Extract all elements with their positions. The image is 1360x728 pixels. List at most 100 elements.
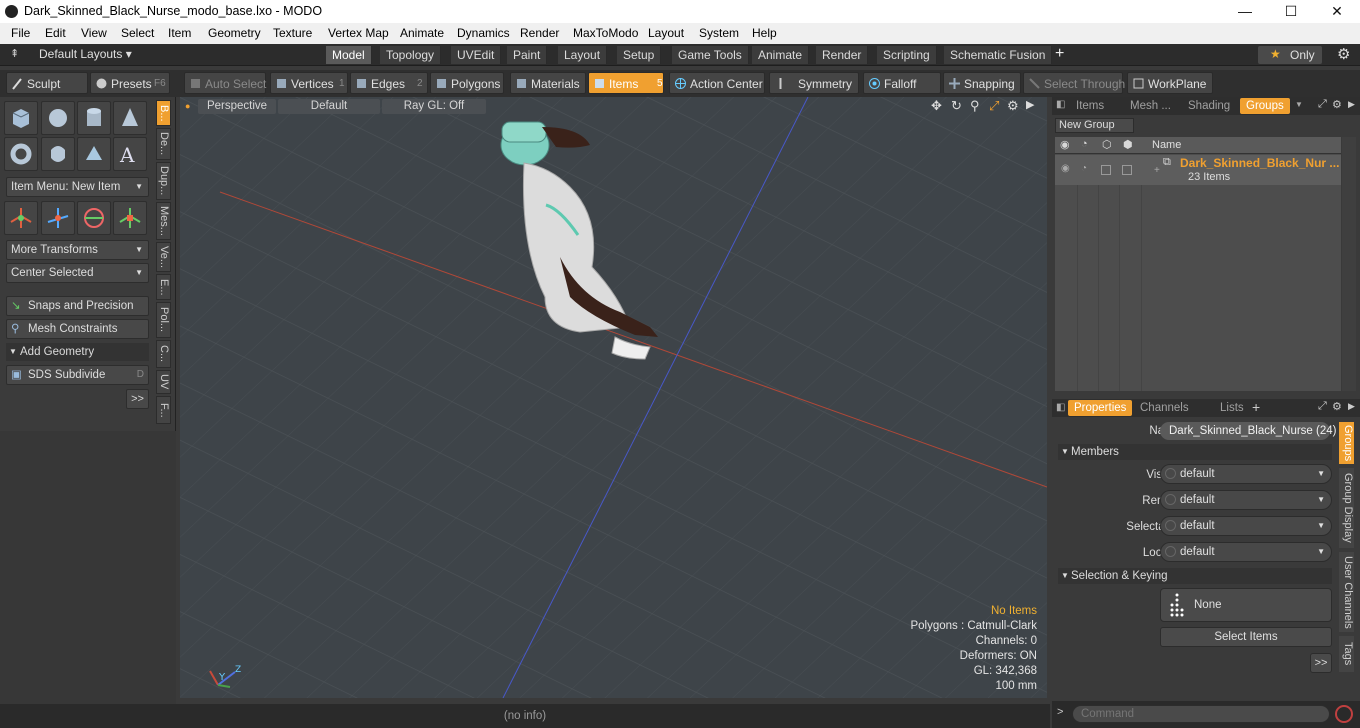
table-row[interactable]: ◉ ◔ + ⧉ Dark_Skinned_Black_Nur ... 23 It… (1055, 155, 1341, 185)
viewport-menu-arrow-icon[interactable]: ▶ (1026, 98, 1034, 111)
add-tab-icon[interactable]: + (1252, 399, 1260, 415)
select-icon[interactable]: ⬡ (1102, 138, 1112, 151)
add-geometry-header[interactable]: ▼ Add Geometry (6, 343, 149, 361)
tab-render[interactable]: Render (816, 46, 869, 64)
visible-dropdown[interactable]: default ▼ (1160, 464, 1332, 484)
polygons-button[interactable]: Polygons (430, 72, 504, 94)
vtab-fusion[interactable]: F... (156, 396, 171, 424)
menu-texture[interactable]: Texture (273, 26, 312, 40)
maximize-button[interactable]: ☐ (1268, 0, 1314, 23)
view-perspective-button[interactable]: Perspective (198, 99, 276, 114)
cylinder-primitive-icon[interactable] (77, 101, 111, 135)
lock-icon[interactable]: ⬢ (1123, 138, 1133, 151)
scale-tool-icon[interactable] (77, 201, 111, 235)
sphere-primitive-icon[interactable] (41, 101, 75, 135)
zoom-icon[interactable]: ⚲ (970, 98, 980, 114)
expand-panel-icon[interactable]: ⤢ (1318, 400, 1327, 413)
menu-geometry[interactable]: Geometry (208, 26, 261, 40)
render-dropdown[interactable]: default ▼ (1160, 490, 1332, 510)
outliner-scrollbar[interactable] (1342, 137, 1356, 391)
viewport-dot-icon[interactable]: ● (185, 101, 190, 111)
tab-topology[interactable]: Topology (380, 46, 442, 64)
panel-menu-icon[interactable]: ▶ (1348, 401, 1355, 412)
tab-paint[interactable]: Paint (507, 46, 548, 64)
3d-viewport[interactable]: Y Z ● Perspective Default Ray GL: Off ✥ … (180, 97, 1047, 698)
close-button[interactable]: ✕ (1314, 0, 1360, 23)
more-properties-button[interactable]: >> (1310, 653, 1332, 673)
tab-groups[interactable]: Groups (1240, 98, 1290, 114)
tab-lists[interactable]: Lists (1214, 400, 1250, 416)
record-macro-icon[interactable] (1335, 705, 1353, 723)
vtab-polygon[interactable]: Pol... (156, 302, 171, 338)
text-primitive-icon[interactable]: A (113, 137, 147, 171)
menu-item[interactable]: Item (168, 26, 191, 40)
auto-select-button[interactable]: Auto Select (184, 72, 266, 94)
select-items-button[interactable]: Select Items (1160, 627, 1332, 647)
visibility-eye-icon[interactable]: ◉ (1060, 138, 1070, 151)
maximize-viewport-icon[interactable]: ⤢ (989, 98, 999, 114)
row-render-icon[interactable]: ◔ (1081, 163, 1087, 174)
symmetry-button[interactable]: Symmetry (769, 72, 859, 94)
workplane-button[interactable]: WorkPlane (1127, 72, 1213, 94)
render-icon[interactable]: ◔ (1081, 138, 1088, 150)
tab-uvedit[interactable]: UVEdit (451, 46, 502, 64)
item-menu-dropdown[interactable]: Item Menu: New Item ▼ (6, 177, 149, 197)
presets-button[interactable]: Presets F6 (90, 72, 170, 94)
vtab-duplicate[interactable]: Dup... (156, 162, 171, 200)
rotate-tool-icon[interactable] (41, 201, 75, 235)
pen-primitive-icon[interactable] (77, 137, 111, 171)
tab-shading[interactable]: Shading (1182, 98, 1236, 114)
tab-scripting[interactable]: Scripting (877, 46, 937, 64)
transform-tool-icon[interactable] (113, 201, 147, 235)
row-lock-checkbox[interactable] (1122, 165, 1132, 175)
menu-file[interactable]: File (11, 26, 30, 40)
only-toggle[interactable]: ★ Only (1258, 46, 1322, 64)
expand-panel-icon[interactable]: ⤢ (1318, 98, 1327, 111)
sculpt-button[interactable]: Sculpt (6, 72, 88, 94)
vtab-groups[interactable]: Groups (1339, 422, 1354, 464)
edges-button[interactable]: Edges 2 (350, 72, 428, 94)
more-tools-button[interactable]: >> (126, 389, 149, 409)
pan-icon[interactable]: ✥ (931, 98, 942, 114)
panel-grip-icon[interactable]: ◧ (1056, 402, 1065, 413)
command-input[interactable] (1072, 705, 1330, 723)
panel-settings-icon[interactable]: ⚙ (1332, 98, 1342, 111)
gear-icon[interactable]: ⚙ (1337, 45, 1350, 63)
tab-layout[interactable]: Layout (558, 46, 608, 64)
tab-setup[interactable]: Setup (617, 46, 662, 64)
menu-help[interactable]: Help (752, 26, 777, 40)
vtab-vertex[interactable]: Ve... (156, 242, 171, 272)
panel-menu-icon[interactable]: ▶ (1348, 99, 1355, 110)
snapping-button[interactable]: Snapping (943, 72, 1021, 94)
cube-primitive-icon[interactable] (4, 101, 38, 135)
vtab-group-display[interactable]: Group Display (1339, 468, 1354, 548)
group-name-field[interactable]: Dark_Skinned_Black_Nurse (24) (1160, 422, 1336, 440)
tabs-dropdown-icon[interactable]: ▼ (1295, 100, 1303, 109)
vtab-edge[interactable]: E... (156, 274, 171, 300)
keying-none-button[interactable]: None (1160, 588, 1332, 622)
shading-default-button[interactable]: Default (278, 99, 380, 114)
move-tool-icon[interactable] (4, 201, 38, 235)
menu-animate[interactable]: Animate (400, 26, 444, 40)
selectable-dropdown[interactable]: default ▼ (1160, 516, 1332, 536)
menu-vertex-map[interactable]: Vertex Map (328, 26, 389, 40)
vtab-curve[interactable]: C... (156, 340, 171, 368)
raygl-button[interactable]: Ray GL: Off (382, 99, 486, 114)
tab-mesh[interactable]: Mesh ... (1124, 98, 1177, 114)
menu-render[interactable]: Render (520, 26, 559, 40)
more-transforms-dropdown[interactable]: More Transforms ▼ (6, 240, 149, 260)
row-eye-icon[interactable]: ◉ (1061, 163, 1070, 174)
menu-system[interactable]: System (699, 26, 739, 40)
orbit-icon[interactable]: ↻ (951, 98, 962, 114)
locked-dropdown[interactable]: default ▼ (1160, 542, 1332, 562)
sds-subdivide-button[interactable]: ▣ SDS Subdivide D (6, 365, 149, 385)
tab-properties[interactable]: Properties (1068, 400, 1133, 416)
viewport-settings-icon[interactable]: ⚙ (1007, 98, 1019, 114)
tab-items[interactable]: Items (1070, 98, 1110, 114)
vtab-mesh[interactable]: Mes... (156, 202, 171, 240)
action-center-button[interactable]: Action Center (669, 72, 765, 94)
expand-plus-icon[interactable]: + (1154, 165, 1160, 176)
select-through-button[interactable]: Select Through (1023, 72, 1125, 94)
default-layouts-dropdown[interactable]: Default Layouts ▾ (39, 47, 132, 61)
tab-game-tools[interactable]: Game Tools (672, 46, 749, 64)
